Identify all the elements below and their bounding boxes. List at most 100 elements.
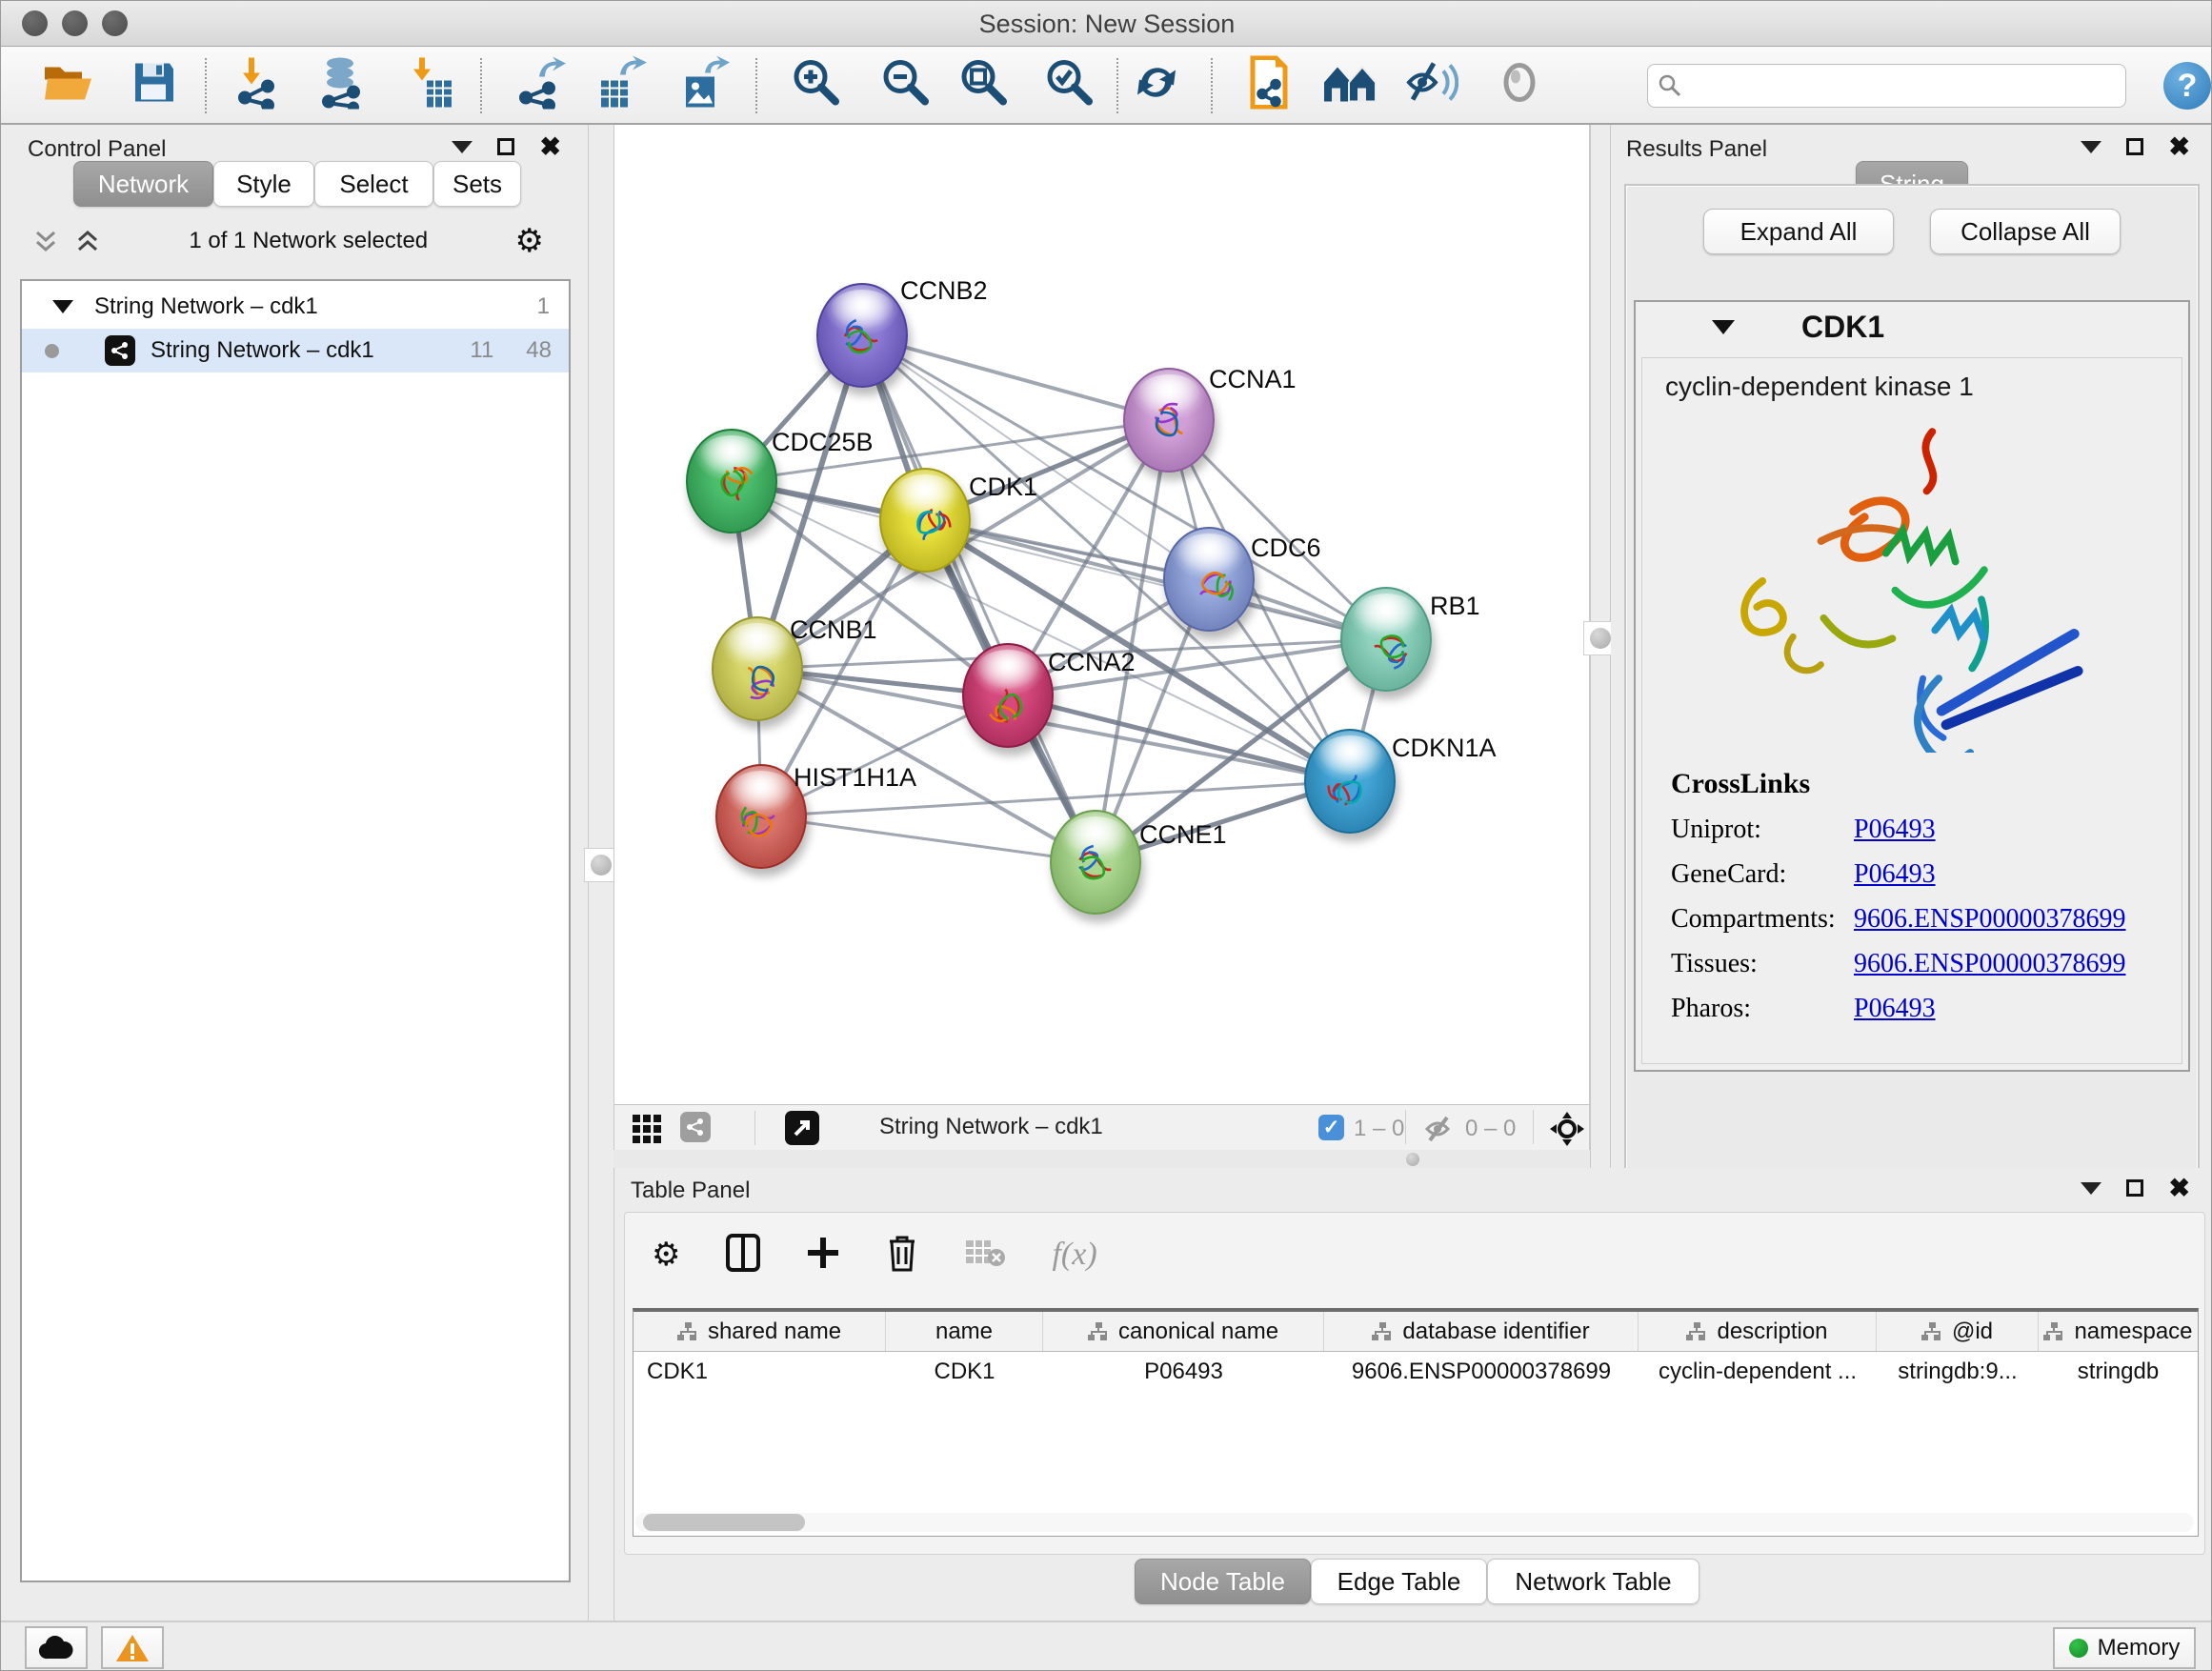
column-header-canonical-name[interactable]: canonical name xyxy=(1043,1312,1324,1351)
network-canvas[interactable]: CCNB2CCNA1CDC25BCDK1CDC6RB1CCNB1CCNA2CDK… xyxy=(613,125,1590,1104)
network-node-ccna2[interactable] xyxy=(962,643,1054,748)
cell-description[interactable]: cyclin-dependent ... xyxy=(1639,1353,1877,1391)
zoom-fit-icon[interactable] xyxy=(957,56,1011,114)
show-all-icon[interactable] xyxy=(1495,58,1544,112)
help-icon[interactable]: ? xyxy=(2163,62,2211,110)
edge-count: 48 xyxy=(526,337,552,364)
cell-database-identifier[interactable]: 9606.ENSP00000378699 xyxy=(1324,1353,1639,1391)
open-session-icon[interactable] xyxy=(42,60,95,111)
network-node-ccna1[interactable] xyxy=(1123,368,1215,473)
tab-edge-table[interactable]: Edge Table xyxy=(1311,1559,1487,1604)
network-from-file-icon[interactable] xyxy=(1243,56,1293,114)
panel-close-icon[interactable]: ✖ xyxy=(2168,1179,2190,1197)
network-node-rb1[interactable] xyxy=(1340,587,1432,692)
network-options-gear-icon[interactable]: ⚙ xyxy=(515,225,544,257)
network-node-ccne1[interactable] xyxy=(1050,810,1141,915)
zoom-out-icon[interactable] xyxy=(879,56,933,114)
first-neighbors-icon[interactable] xyxy=(1320,60,1379,111)
column-header-shared-name[interactable]: shared name xyxy=(633,1312,886,1351)
export-image-icon[interactable] xyxy=(678,56,730,114)
uniprot-link[interactable]: P06493 xyxy=(1854,815,1936,845)
expand-all-button[interactable]: Expand All xyxy=(1703,209,1894,254)
compartments-link[interactable]: 9606.ENSP00000378699 xyxy=(1854,904,2125,935)
collapse-all-button[interactable]: Collapse All xyxy=(1930,209,2121,254)
tab-select[interactable]: Select xyxy=(314,161,433,207)
tab-network-table[interactable]: Network Table xyxy=(1487,1559,1699,1604)
network-node-cdk1[interactable] xyxy=(879,468,971,573)
panel-menu-icon[interactable] xyxy=(2081,141,2101,153)
panel-float-icon[interactable] xyxy=(2126,138,2143,155)
string-network-icon xyxy=(105,335,135,366)
expand-all-icon[interactable] xyxy=(73,227,102,255)
protein-thumbnail xyxy=(1137,393,1204,460)
warnings-button[interactable] xyxy=(101,1626,164,1669)
left-splitter[interactable] xyxy=(589,125,613,1621)
memory-button[interactable]: Memory xyxy=(2053,1627,2196,1669)
selected-nodes-checkbox-icon[interactable]: ✓ xyxy=(1318,1115,1344,1140)
network-row[interactable]: String Network – cdk1 11 48 xyxy=(22,329,569,372)
tab-network[interactable]: Network xyxy=(73,161,213,207)
crosslinks-section: CrossLinks Uniprot:P06493 GeneCard:P0649… xyxy=(1671,768,2125,1024)
crosslinks-heading: CrossLinks xyxy=(1671,768,2125,800)
scrollbar-thumb[interactable] xyxy=(643,1514,805,1531)
share-network-icon[interactable] xyxy=(680,1112,711,1142)
toolbar-separator xyxy=(1116,58,1118,113)
tab-sets[interactable]: Sets xyxy=(433,161,521,207)
table-options-gear-icon[interactable]: ⚙ xyxy=(652,1238,680,1271)
refresh-layout-icon[interactable] xyxy=(1132,58,1181,112)
column-header-database-identifier[interactable]: database identifier xyxy=(1324,1312,1639,1351)
grid-view-icon[interactable] xyxy=(633,1115,661,1148)
save-session-icon[interactable] xyxy=(131,60,177,111)
section-collapse-icon[interactable] xyxy=(1712,320,1735,334)
table-panel-title: Table Panel xyxy=(631,1178,750,1204)
collection-label: String Network – cdk1 xyxy=(94,293,318,320)
panel-menu-icon[interactable] xyxy=(2081,1182,2101,1195)
open-in-window-icon[interactable] xyxy=(785,1111,819,1145)
tree-expand-icon[interactable] xyxy=(52,300,73,313)
column-header-description[interactable]: description xyxy=(1639,1312,1877,1351)
export-table-icon[interactable] xyxy=(595,56,647,114)
network-node-cdc25b[interactable] xyxy=(686,429,777,534)
tab-node-table[interactable]: Node Table xyxy=(1135,1559,1311,1604)
column-header-namespace[interactable]: namespace xyxy=(2039,1312,2198,1351)
cell-at-id[interactable]: stringdb:9... xyxy=(1877,1353,2039,1391)
show-columns-icon[interactable] xyxy=(726,1234,760,1277)
panel-close-icon[interactable]: ✖ xyxy=(2168,138,2190,155)
birds-eye-view-icon[interactable] xyxy=(1548,1110,1586,1153)
zoom-selected-icon[interactable] xyxy=(1043,56,1096,114)
collapse-all-icon[interactable] xyxy=(31,227,60,255)
hidden-elements-icon[interactable] xyxy=(1424,1114,1457,1149)
cell-canonical-name[interactable]: P06493 xyxy=(1043,1353,1324,1391)
hide-selection-icon[interactable] xyxy=(1405,58,1458,112)
horizontal-scrollbar[interactable] xyxy=(635,1513,2194,1532)
cell-shared-name[interactable]: CDK1 xyxy=(633,1353,886,1391)
table-row[interactable]: CDK1 CDK1 P06493 9606.ENSP00000378699 cy… xyxy=(633,1353,2198,1391)
panel-close-icon[interactable]: ✖ xyxy=(539,138,561,155)
export-network-icon[interactable] xyxy=(516,56,566,114)
tissues-link[interactable]: 9606.ENSP00000378699 xyxy=(1854,949,2125,979)
tab-style[interactable]: Style xyxy=(213,161,314,207)
network-node-ccnb2[interactable] xyxy=(816,283,908,388)
column-header-name[interactable]: name xyxy=(886,1312,1043,1351)
right-splitter[interactable] xyxy=(1590,125,1611,1168)
import-database-icon[interactable] xyxy=(315,56,369,114)
cell-name[interactable]: CDK1 xyxy=(886,1353,1043,1391)
create-column-icon[interactable] xyxy=(806,1236,840,1275)
cell-namespace[interactable]: stringdb xyxy=(2039,1353,2198,1391)
search-input[interactable] xyxy=(1682,72,2092,99)
genecard-link[interactable]: P06493 xyxy=(1854,859,1936,890)
column-header-at-id[interactable]: @id xyxy=(1877,1312,2039,1351)
zoom-in-icon[interactable] xyxy=(790,56,843,114)
network-collection-row[interactable]: String Network – cdk1 1 xyxy=(22,285,569,329)
delete-column-icon[interactable] xyxy=(886,1234,918,1277)
import-network-icon[interactable] xyxy=(233,56,283,114)
panel-float-icon[interactable] xyxy=(497,138,514,155)
network-node-cdkn1a[interactable] xyxy=(1304,729,1396,834)
cloud-status-button[interactable] xyxy=(25,1626,88,1669)
search-field[interactable] xyxy=(1647,64,2126,108)
network-node-cdc6[interactable] xyxy=(1163,527,1255,632)
import-table-icon[interactable] xyxy=(406,56,453,114)
pharos-link[interactable]: P06493 xyxy=(1854,994,1936,1024)
panel-float-icon[interactable] xyxy=(2126,1179,2143,1197)
panel-menu-icon[interactable] xyxy=(452,141,473,153)
